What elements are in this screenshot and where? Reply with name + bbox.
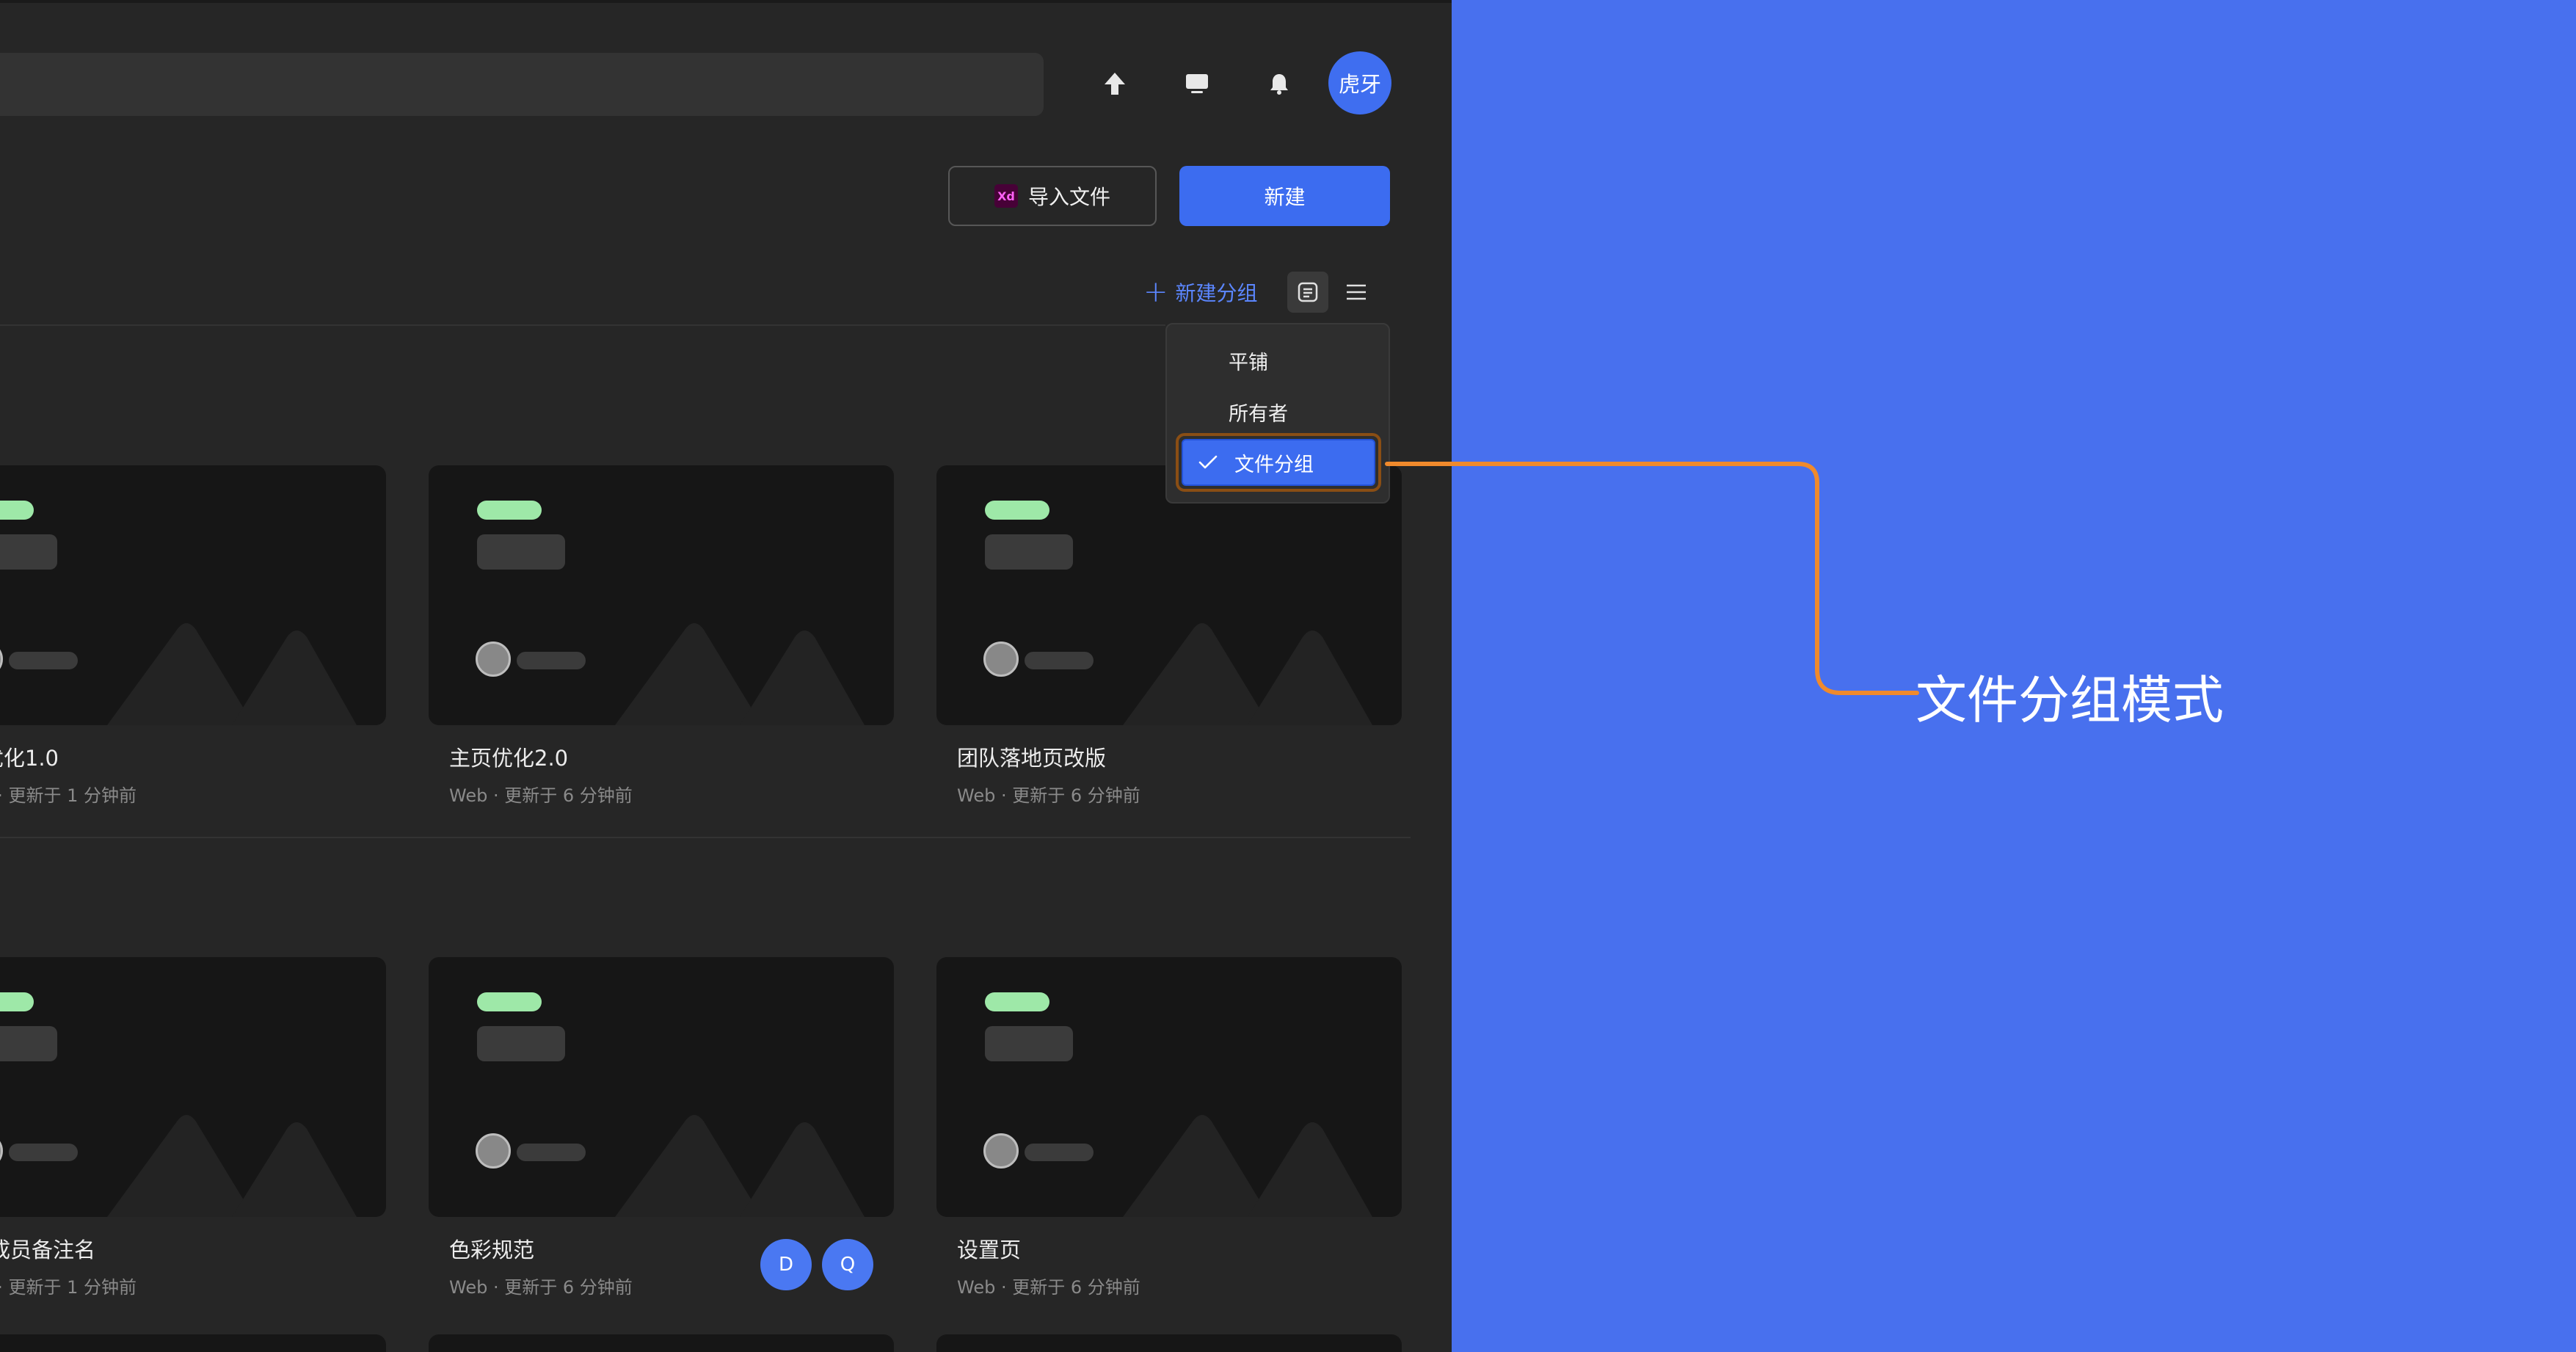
- callout-label: 文件分组模式: [1915, 670, 2224, 730]
